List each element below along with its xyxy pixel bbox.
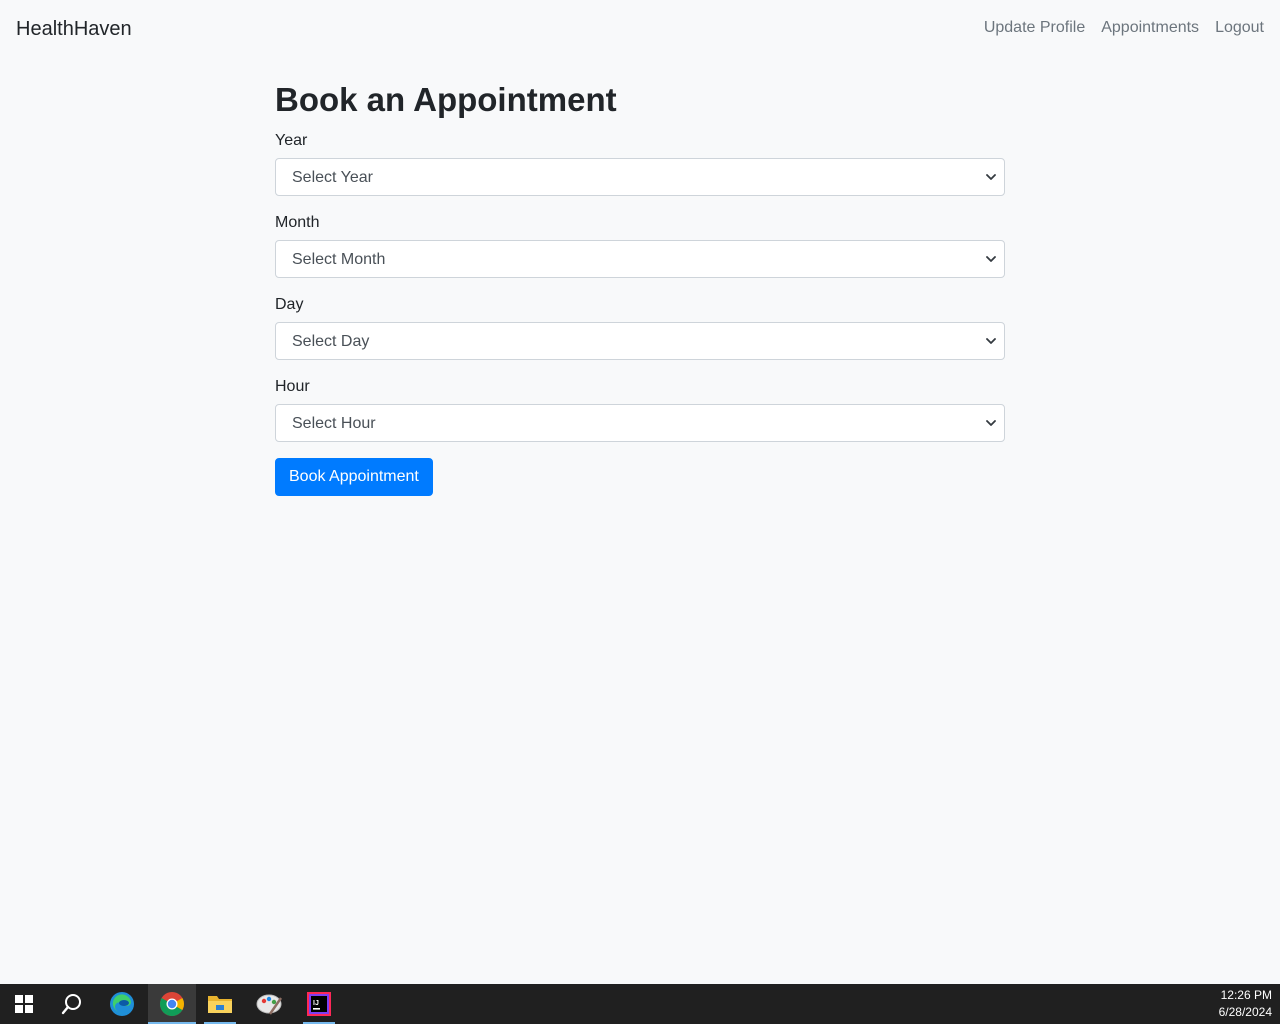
hour-select[interactable]: Select Hour [275,404,1005,442]
file-explorer-icon [208,996,232,1013]
search-icon [61,994,81,1015]
month-group: Month Select Month [275,212,1005,278]
year-label: Year [275,132,308,149]
nav-links: Update Profile Appointments Logout [984,17,1264,39]
day-select-value: Select Day [292,333,370,350]
taskbar-edge-button[interactable] [98,984,146,1024]
month-select-value: Select Month [292,251,386,268]
year-group: Year Select Year [275,130,1005,196]
day-label: Day [275,296,304,313]
edge-icon [110,992,134,1016]
main-content: Book an Appointment Year Select Year Mon… [275,78,1005,496]
hour-select-value: Select Hour [292,415,376,432]
taskbar-chrome-button[interactable] [148,984,196,1024]
year-select-value: Select Year [292,169,373,186]
book-appointment-button[interactable]: Book Appointment [275,458,433,496]
month-select[interactable]: Select Month [275,240,1005,278]
day-select[interactable]: Select Day [275,322,1005,360]
svg-text:IJ: IJ [313,1000,319,1007]
nav-link-appointments[interactable]: Appointments [1101,17,1199,39]
navbar: HealthHaven Update Profile Appointments … [0,0,1280,58]
year-select[interactable]: Select Year [275,158,1005,196]
clock-date: 6/28/2024 [1218,1005,1272,1019]
system-clock[interactable]: 12:26 PM 6/28/2024 [1219,987,1272,1021]
page-title: Book an Appointment [275,81,617,118]
hour-label: Hour [275,378,310,395]
taskbar-file-explorer-button[interactable] [196,984,244,1024]
taskbar-paint-button[interactable] [246,984,294,1024]
chrome-icon [159,992,184,1017]
brand-link[interactable]: HealthHaven [16,16,132,42]
nav-link-update-profile[interactable]: Update Profile [984,17,1085,39]
clock-time: 12:26 PM [1220,988,1272,1002]
nav-link-logout[interactable]: Logout [1215,17,1264,39]
taskbar-search-button[interactable] [48,984,96,1024]
intellij-icon: IJ [307,992,331,1016]
start-button[interactable] [0,984,48,1024]
day-group: Day Select Day [275,294,1005,360]
chevron-down-icon [986,338,996,344]
taskbar: IJ 12:26 PM 6/28/2024 [0,984,1280,1024]
chevron-down-icon [986,174,996,180]
paint-icon [256,994,283,1015]
hour-group: Hour Select Hour [275,376,1005,442]
taskbar-intellij-button[interactable]: IJ [295,984,343,1024]
month-label: Month [275,214,320,231]
chevron-down-icon [986,256,996,262]
windows-start-icon [15,995,33,1013]
chevron-down-icon [986,420,996,426]
